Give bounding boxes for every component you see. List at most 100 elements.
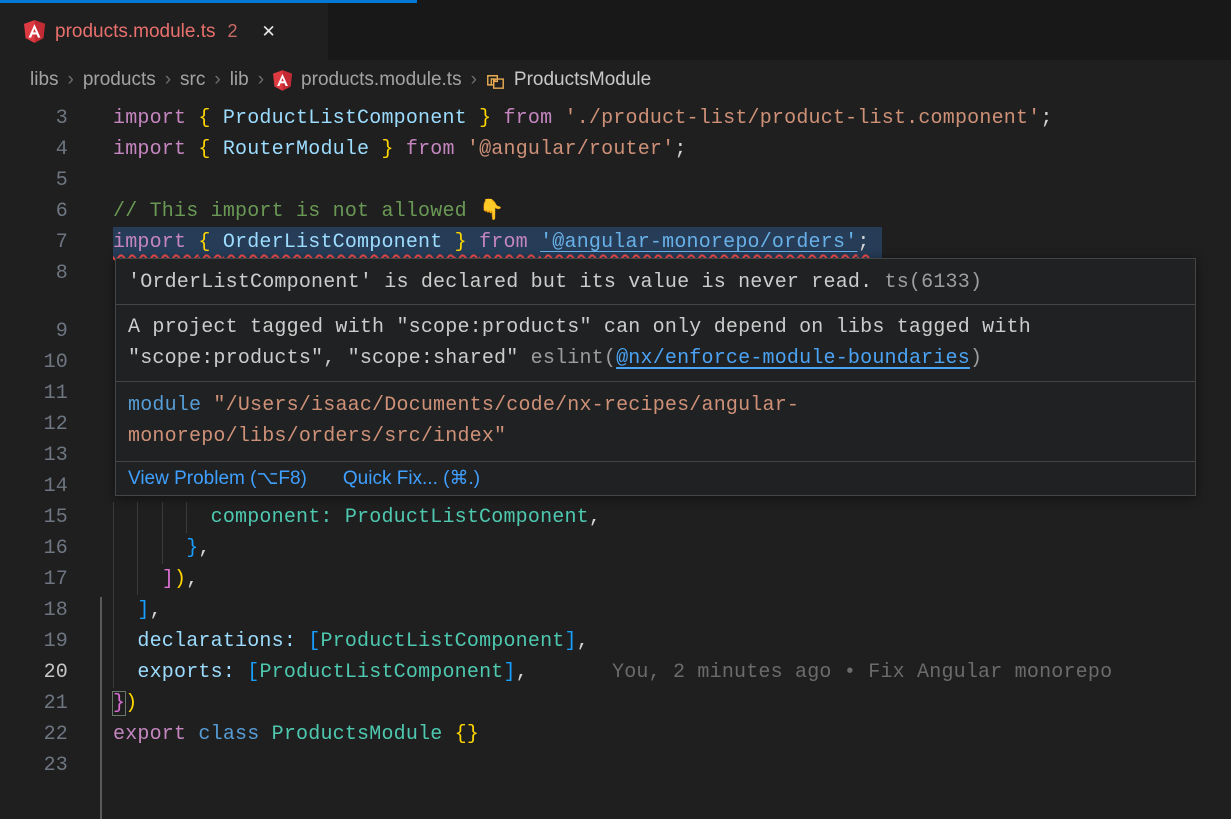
hover-ts-message: 'OrderListComponent' is declared but its… [128, 271, 872, 294]
line-number-11: 11 [0, 378, 68, 409]
code-token: {} [455, 723, 479, 746]
code-token: ProductListComponent [223, 107, 467, 130]
code-line-22[interactable]: 22 export class ProductsModule {} [0, 719, 1231, 750]
code-text-19: declarations: [ProductListComponent], [113, 626, 589, 657]
breadcrumb: libs › products › src › lib › products.m… [0, 60, 1231, 100]
code-text-18: ], [113, 595, 162, 626]
code-token: , [150, 599, 162, 622]
code-token: , [186, 568, 198, 591]
hover-module-path-line1: "/Users/isaac/Documents/code/nx-recipes/… [213, 394, 799, 417]
code-line-7[interactable]: 7import { OrderListComponent } from '@an… [0, 227, 1231, 258]
code-token: component: ProductListComponent [113, 506, 589, 529]
tab-title: products.module.ts [55, 21, 216, 43]
breadcrumb-item-libs[interactable]: libs [30, 69, 59, 91]
line-number-6: 6 [0, 196, 68, 227]
line-number-17: 17 [0, 564, 68, 595]
code-token [113, 630, 137, 653]
angular-icon [273, 70, 292, 91]
module-path-link[interactable]: '@angular-monorepo/orders' [540, 231, 857, 254]
code-text-17: ]), [113, 564, 198, 595]
tab-products-module[interactable]: products.module.ts 2 ✕ [0, 3, 328, 60]
code-token: } [479, 107, 503, 130]
line-number-8: 8 [0, 258, 68, 289]
close-icon[interactable]: ✕ [258, 20, 280, 44]
hover-actions-bar: View Problem (⌥F8) Quick Fix... (⌘.) [116, 461, 1195, 495]
breadcrumb-separator: › [258, 69, 264, 91]
code-token: { [198, 231, 222, 254]
code-token [113, 537, 186, 560]
code-line-15[interactable]: 15 component: ProductListComponent, [0, 502, 1231, 533]
code-token: , [516, 661, 528, 684]
breadcrumb-item-src[interactable]: src [180, 69, 205, 91]
line-number-22: 22 [0, 719, 68, 750]
code-line-18[interactable]: 18 ], [0, 595, 1231, 626]
code-token: ] [503, 661, 515, 684]
breadcrumb-item-lib[interactable]: lib [230, 69, 249, 91]
code-line-16[interactable]: 16 }, [0, 533, 1231, 564]
hover-eslint-line1: A project tagged with "scope:products" c… [128, 312, 1183, 343]
code-token: ] [565, 630, 577, 653]
line-number-23: 23 [0, 750, 68, 781]
code-line-23[interactable]: 23 [0, 750, 1231, 781]
code-token: , [198, 537, 210, 560]
code-token: from [479, 231, 540, 254]
code-line-5[interactable]: 5 [0, 165, 1231, 196]
tab-problem-badge: 2 [228, 21, 238, 42]
code-token: [ [308, 630, 320, 653]
code-token: OrderListComponent [223, 231, 443, 254]
code-token: [ [247, 661, 259, 684]
code-line-19[interactable]: 19 declarations: [ProductListComponent], [0, 626, 1231, 657]
code-line-6[interactable]: 6// This import is not allowed 👇 [0, 196, 1231, 227]
angular-icon [24, 20, 45, 43]
code-token: ProductListComponent [320, 630, 564, 653]
active-bracket-guide [100, 597, 102, 819]
breadcrumb-separator: › [471, 69, 477, 91]
code-line-17[interactable]: 17 ]), [0, 564, 1231, 595]
code-text-21: }) [113, 688, 137, 719]
code-line-21[interactable]: 21}) [0, 688, 1231, 719]
breadcrumb-item-symbol[interactable]: ProductsModule [514, 69, 651, 91]
code-token [369, 138, 381, 161]
code-token: class [198, 723, 271, 746]
view-problem-action[interactable]: View Problem (⌥F8) [128, 467, 307, 490]
code-token [235, 661, 247, 684]
code-token: { [198, 107, 222, 130]
code-line-4[interactable]: 4import { RouterModule } from '@angular/… [0, 134, 1231, 165]
hover-eslint-line2: "scope:products", "scope:shared" eslint(… [128, 343, 1183, 374]
active-tab-accent [0, 0, 417, 3]
code-token: { [198, 138, 222, 161]
editor[interactable]: 3import { ProductListComponent } from '.… [0, 100, 1231, 780]
code-text-7: import { OrderListComponent } from '@ang… [113, 227, 870, 258]
hover-ts-code: ts(6133) [872, 271, 982, 294]
hover-module-block: module "/Users/isaac/Documents/code/nx-r… [116, 381, 1195, 461]
code-token [113, 568, 162, 591]
code-token: declarations: [137, 630, 296, 653]
breadcrumb-item-file[interactable]: products.module.ts [301, 69, 462, 91]
code-token: import [113, 231, 198, 254]
eslint-rule-link[interactable]: @nx/enforce-module-boundaries [616, 347, 970, 370]
code-token: from [503, 107, 564, 130]
line-number-21: 21 [0, 688, 68, 719]
code-token: } [381, 138, 405, 161]
line-number-20: 20 [0, 657, 68, 688]
code-token: './product-list/product-list.component' [565, 107, 1041, 130]
code-text-3: import { ProductListComponent } from './… [113, 103, 1053, 134]
vscode-window: { "tab": { "title": "products.module.ts"… [0, 0, 1231, 780]
line-number-16: 16 [0, 533, 68, 564]
code-line-3[interactable]: 3import { ProductListComponent } from '.… [0, 103, 1231, 134]
line-number-9: 9 [0, 316, 68, 347]
code-text-22: export class ProductsModule {} [113, 719, 479, 750]
hover-ts-diagnostic: 'OrderListComponent' is declared but its… [116, 259, 1195, 304]
line-number-15: 15 [0, 502, 68, 533]
code-line-20[interactable]: 20 exports: [ProductListComponent],You, … [0, 657, 1231, 688]
breadcrumb-item-products[interactable]: products [83, 69, 156, 91]
tab-bar: products.module.ts 2 ✕ [0, 0, 1231, 60]
code-token: ProductListComponent [259, 661, 503, 684]
line-number-19: 19 [0, 626, 68, 657]
line-number-4: 4 [0, 134, 68, 165]
code-token: ; [674, 138, 686, 161]
quick-fix-action[interactable]: Quick Fix... (⌘.) [343, 467, 480, 490]
git-blame-annotation: You, 2 minutes ago • Fix Angular monorep… [612, 657, 1112, 688]
code-token [113, 599, 137, 622]
code-token: RouterModule [223, 138, 369, 161]
